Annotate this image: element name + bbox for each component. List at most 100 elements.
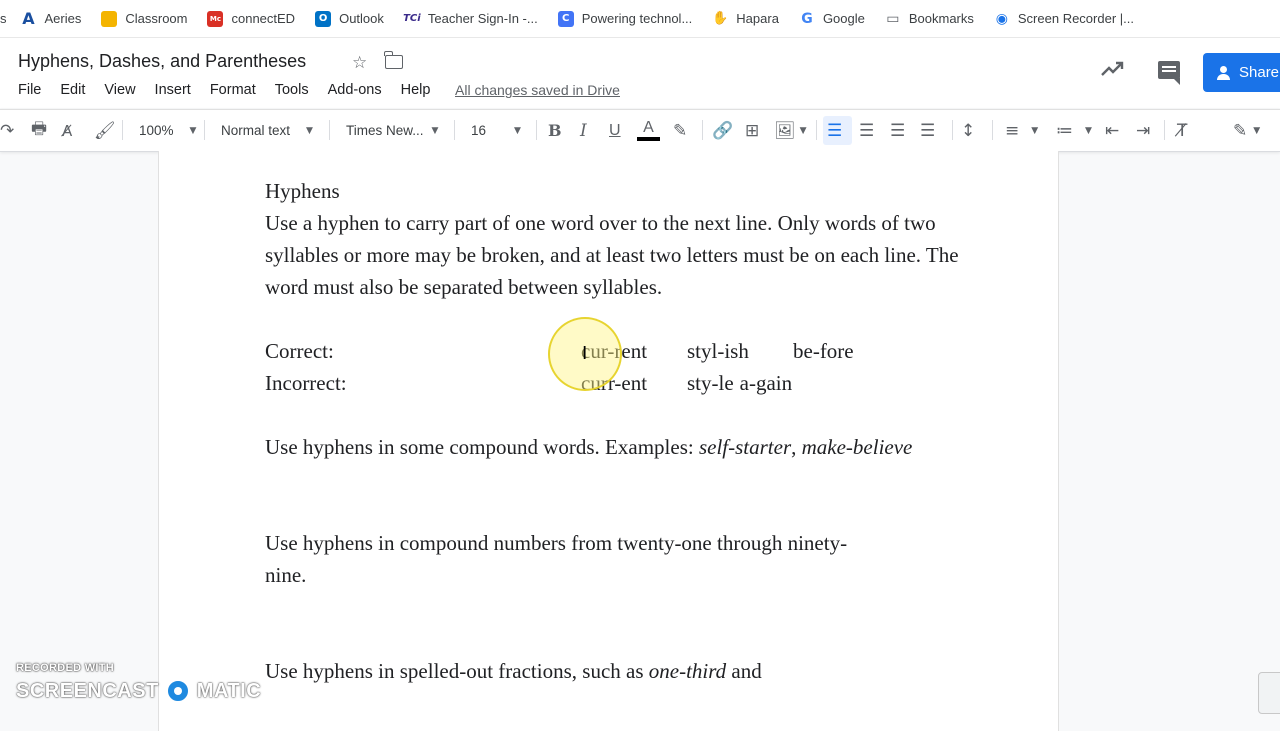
toolbar-divider	[329, 120, 330, 140]
correct-label: Correct:	[265, 339, 334, 363]
example-italic: self-starter	[698, 435, 792, 459]
star-icon[interactable]: ☆	[352, 53, 367, 73]
line-spacing-icon[interactable]: ↕	[961, 110, 975, 151]
redo-icon[interactable]: ↷	[0, 110, 14, 151]
bookmarks-bar: s A Aeries Classroom Mc connectED O Outlook…	[0, 0, 1280, 38]
document-title[interactable]: Hyphens, Dashes, and Parentheses	[18, 51, 306, 72]
font-select[interactable]: Times New... ▼	[346, 110, 438, 151]
docs-header: Hyphens, Dashes, and Parentheses ☆ File …	[0, 38, 1280, 108]
align-justify-icon[interactable]: ☰	[920, 110, 935, 151]
menu-tools[interactable]: Tools	[275, 82, 309, 98]
bookmark-clever[interactable]: C Powering technol...	[557, 10, 692, 27]
toolbar-divider	[952, 120, 953, 140]
menu-file[interactable]: File	[18, 82, 41, 98]
bookmark-hapara[interactable]: ✋ Hapara	[712, 10, 779, 27]
example-italic: make-believe	[801, 435, 913, 459]
insert-image-icon[interactable]: 🖼 ▼	[774, 110, 807, 151]
toolbar-divider	[1164, 120, 1165, 140]
hapara-icon: ✋	[712, 10, 729, 27]
toolbar-divider	[816, 120, 817, 140]
bulleted-list-icon[interactable]: ≔ ▼	[1056, 110, 1092, 151]
italic-button[interactable]: I	[580, 110, 587, 151]
example-word: a-gain	[739, 371, 793, 395]
example-word: be-fore	[793, 339, 854, 363]
print-icon[interactable]: 🖶	[31, 110, 47, 151]
editing-mode-icon[interactable]: ✎ ▼	[1233, 110, 1260, 151]
bookmark-google[interactable]: G Google	[798, 10, 865, 27]
highlight-icon[interactable]: ✎	[673, 110, 687, 151]
toolbar-divider	[992, 120, 993, 140]
doc-paragraph: Use hyphens in spelled-out fractions, su…	[265, 659, 762, 683]
text-cursor-icon: I	[582, 343, 588, 364]
chevron-down-icon: ▼	[1031, 125, 1039, 136]
example-word: sty-le	[687, 371, 734, 395]
explore-icon[interactable]	[1258, 672, 1280, 714]
menu-addons[interactable]: Add-ons	[328, 82, 382, 98]
font-size-select[interactable]: 16 ▼	[471, 110, 521, 151]
toolbar-divider	[536, 120, 537, 140]
clear-formatting-icon[interactable]: T̸	[1177, 110, 1187, 151]
watermark-caption: RECORDED WITH	[16, 662, 115, 674]
document-body[interactable]: Hyphens Use a hyphen to carry part of on…	[265, 175, 965, 687]
connected-icon: Mc	[207, 10, 224, 27]
add-comment-icon[interactable]: ⊞	[745, 110, 759, 151]
style-select[interactable]: Normal text ▼	[221, 110, 313, 151]
screencast-logo-icon	[164, 678, 191, 704]
screen-recorder-icon: ◉	[993, 10, 1010, 27]
clever-icon: C	[557, 10, 574, 27]
folder-icon: ▭	[884, 10, 901, 27]
chevron-down-icon: ▼	[514, 125, 521, 136]
comment-icon[interactable]	[1158, 61, 1180, 85]
menu-help[interactable]: Help	[401, 82, 431, 98]
toolbar-divider	[702, 120, 703, 140]
decrease-indent-icon[interactable]: ⇤	[1105, 110, 1119, 151]
chevron-down-icon: ▼	[1253, 125, 1261, 136]
paint-format-icon[interactable]: 🖌	[94, 110, 116, 151]
numbered-list-icon[interactable]: ≡ ▼	[1005, 110, 1038, 151]
underline-button[interactable]: U	[609, 110, 621, 151]
chevron-down-icon: ▼	[1085, 125, 1092, 136]
document-page[interactable]: Hyphens Use a hyphen to carry part of on…	[158, 151, 1059, 731]
bookmark-partial[interactable]: s	[0, 11, 7, 26]
person-icon	[1217, 65, 1231, 80]
menu-format[interactable]: Format	[210, 82, 256, 98]
menu-bar: File Edit View Insert Format Tools Add-o…	[18, 82, 449, 98]
bookmark-classroom[interactable]: Classroom	[101, 10, 187, 27]
formatting-toolbar: ↷ 🖶 A̸ 🖌 100% ▼ Normal text ▼ Times New...…	[0, 109, 1280, 152]
text-color-button[interactable]: A	[637, 110, 660, 151]
outlook-icon: O	[315, 10, 332, 27]
activity-trend-icon[interactable]	[1101, 60, 1125, 78]
text-color-swatch	[637, 137, 660, 141]
bookmark-aeries[interactable]: A Aeries	[20, 9, 81, 28]
menu-view[interactable]: View	[104, 82, 135, 98]
bookmark-outlook[interactable]: O Outlook	[315, 10, 384, 27]
menu-edit[interactable]: Edit	[60, 82, 85, 98]
bookmark-folder[interactable]: ▭ Bookmarks	[884, 10, 974, 27]
zoom-select[interactable]: 100% ▼	[139, 110, 196, 151]
chevron-down-icon: ▼	[799, 125, 807, 136]
bookmark-connected[interactable]: Mc connectED	[207, 10, 295, 27]
increase-indent-icon[interactable]: ⇥	[1136, 110, 1150, 151]
example-italic: one-third	[648, 659, 727, 683]
share-button[interactable]: Share	[1203, 53, 1280, 92]
align-center-icon[interactable]: ☰	[859, 110, 874, 151]
link-icon[interactable]: 🔗	[712, 110, 733, 151]
save-status[interactable]: All changes saved in Drive	[455, 82, 620, 98]
aeries-icon: A	[20, 9, 37, 28]
doc-paragraph: Use hyphens in some compound words. Exam…	[265, 435, 913, 459]
doc-paragraph: Use a hyphen to carry part of one word o…	[265, 211, 959, 299]
align-left-icon[interactable]: ☰	[827, 110, 842, 151]
bookmark-tci[interactable]: TCi Teacher Sign-In -...	[403, 10, 538, 27]
spellcheck-icon[interactable]: A̸	[62, 110, 72, 151]
google-icon: G	[798, 10, 815, 27]
bookmark-screen-recorder[interactable]: ◉ Screen Recorder |...	[993, 10, 1134, 27]
align-right-icon[interactable]: ☰	[890, 110, 905, 151]
move-to-folder-icon[interactable]	[384, 51, 403, 69]
chevron-down-icon: ▼	[189, 125, 197, 136]
doc-heading: Hyphens	[265, 179, 340, 203]
classroom-icon	[101, 10, 118, 27]
bold-button[interactable]: B	[548, 110, 562, 151]
menu-insert[interactable]: Insert	[155, 82, 191, 98]
